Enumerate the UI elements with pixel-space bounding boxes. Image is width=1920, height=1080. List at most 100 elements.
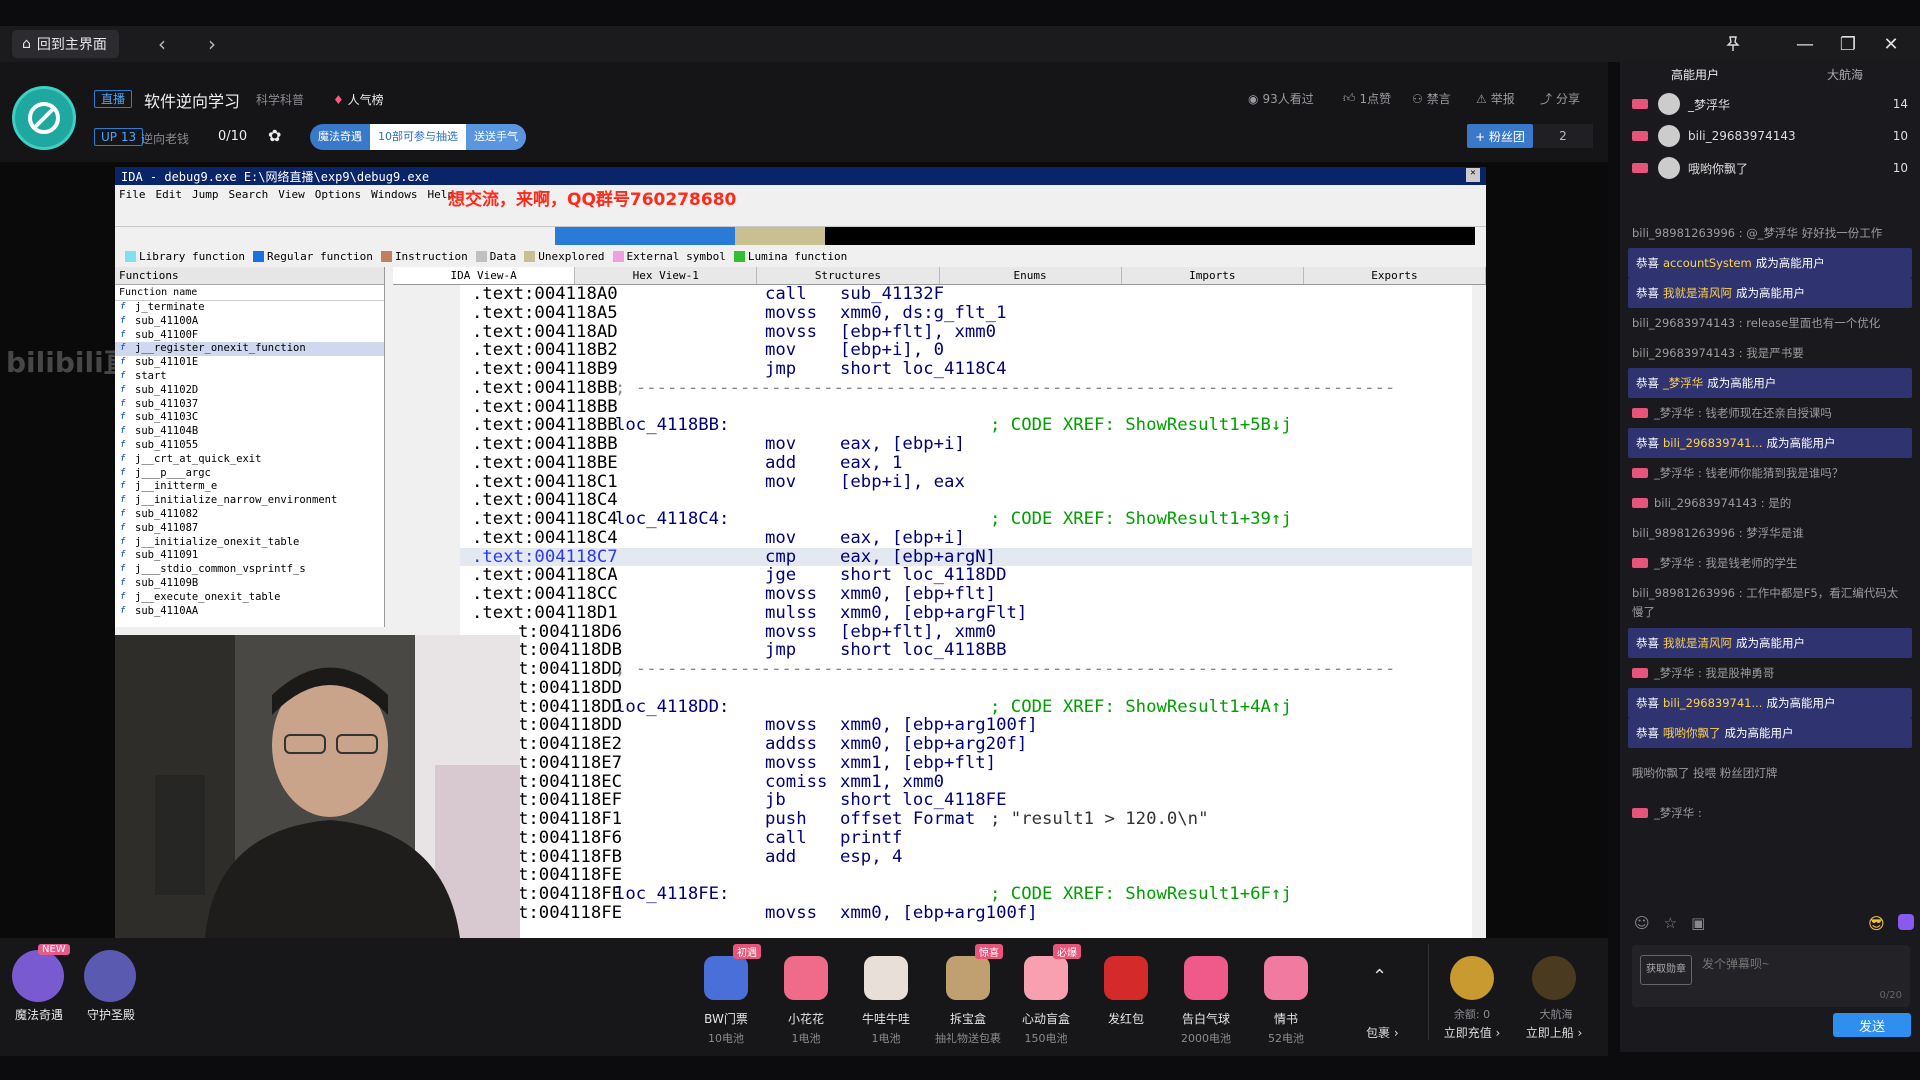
- input-char-count: 0/20: [1879, 990, 1902, 1001]
- code-label: loc_4118FE:: [615, 884, 730, 904]
- gift-name: 拆宝盒: [949, 1012, 986, 1026]
- function-item: j___p___argc: [115, 467, 384, 481]
- code-operands: esp, 4: [840, 846, 903, 867]
- gift-item[interactable]: 拆宝盒 抽礼物送包裹 惊喜: [933, 944, 1003, 1046]
- code-mnemonic: add: [765, 452, 797, 473]
- close-icon[interactable]: ✕: [1876, 29, 1906, 59]
- rank-item[interactable]: 哦哟你飘了 10: [1620, 152, 1920, 184]
- streamer-avatar[interactable]: [12, 86, 76, 150]
- gift-item[interactable]: 牛哇牛哇 1电池: [851, 944, 921, 1046]
- gift-item[interactable]: 小花花 1电池: [771, 944, 841, 1046]
- chat-message: _梦浮华 :: [1620, 798, 1920, 828]
- legend-lumina: Lumina function: [733, 250, 847, 263]
- code-mnemonic: add: [765, 846, 797, 867]
- back-icon[interactable]: ‹: [148, 30, 176, 58]
- code-address: t:004118F6: [518, 827, 623, 848]
- avatar: [1658, 157, 1680, 179]
- gift-icon[interactable]: ✿: [268, 126, 281, 145]
- level-badge: [1632, 163, 1648, 173]
- message-u: 哦哟你飘了: [1663, 725, 1721, 740]
- function-item: sub_411091: [115, 549, 384, 563]
- message-post: 成为高能用户: [1724, 725, 1794, 740]
- battery-icon[interactable]: [1450, 956, 1494, 1000]
- function-item: sub_41104B: [115, 425, 384, 439]
- code-operands: [ebp+i], eax: [840, 471, 965, 492]
- gift-icon: [1184, 956, 1228, 1000]
- gift-item[interactable]: 发红包: [1091, 944, 1161, 1030]
- function-item: sub_411055: [115, 439, 384, 453]
- code-line: .text:004118B9 jmp short loc_4118C4: [460, 360, 1472, 379]
- chat-message: 恭喜 我就是清风阿 成为高能用户: [1628, 628, 1912, 658]
- board-button[interactable]: 立即上船 ›: [1514, 1024, 1594, 1041]
- fans-club-button[interactable]: + 粉丝团: [1467, 124, 1533, 148]
- gift-item[interactable]: BW门票 10电池 初遇: [691, 944, 761, 1046]
- minimize-icon[interactable]: —: [1790, 29, 1820, 59]
- up-name[interactable]: 逆向老钱: [141, 130, 189, 147]
- chat-bubble-icon[interactable]: [1898, 914, 1914, 930]
- chat-message: 哦哟你飘了 投喂 粉丝团灯牌: [1620, 748, 1920, 798]
- medal-icon[interactable]: ☆: [1664, 914, 1677, 932]
- emoji-icon[interactable]: ☺: [1634, 914, 1650, 932]
- function-item: j__initialize_onexit_table: [115, 536, 384, 550]
- tab-fleet[interactable]: 大航海: [1770, 62, 1920, 88]
- chevron-up-icon[interactable]: ⌃: [1372, 966, 1398, 992]
- function-item: sub_41100F: [115, 329, 384, 343]
- fire-icon: ♦: [333, 93, 344, 107]
- gift-item[interactable]: 情书 52电池: [1251, 944, 1321, 1046]
- package-button[interactable]: 包裹 ›: [1366, 1024, 1399, 1041]
- message-text: bili_98981263996 : 工作中都是F5，看汇编代码太慢了: [1632, 586, 1899, 619]
- report-button[interactable]: ⚠ 举报: [1476, 90, 1515, 107]
- function-item: sub_41103C: [115, 411, 384, 425]
- magic-event-pill[interactable]: 魔法奇遇 10部可参与抽选 送送手气: [310, 124, 526, 150]
- gift-item[interactable]: 心动盲盒 150电池 必爆: [1011, 944, 1081, 1046]
- like-button[interactable]: 👍︎ 1点赞: [1343, 90, 1391, 107]
- code-operands: short loc_4118BB: [840, 640, 1007, 661]
- functions-panel: Functions Function name j_terminatesub_4…: [115, 267, 385, 627]
- code-line: .text:004118D1 mulss xmm0, [ebp+argFlt]: [460, 602, 1472, 623]
- message-text: _梦浮华 : 钱老师你能猜到我是谁吗？: [1654, 465, 1844, 480]
- code-mnemonic: mulss: [765, 602, 818, 623]
- gift-icon: [704, 956, 748, 1000]
- pin-icon[interactable]: [1718, 29, 1748, 59]
- rank-item[interactable]: _梦浮华 14: [1620, 88, 1920, 120]
- screenshot-icon[interactable]: ▣: [1691, 914, 1705, 932]
- code-mnemonic: mov: [765, 340, 797, 361]
- message-post: 成为高能用户: [1766, 695, 1836, 710]
- ida-menu-jump: Jump: [192, 187, 219, 201]
- send-button[interactable]: 发送: [1833, 1013, 1911, 1037]
- chat-message: _梦浮华 : 钱老师现在还亲自授课吗: [1620, 398, 1920, 428]
- code-mnemonic: movss: [765, 321, 818, 342]
- rank-item[interactable]: bili_29683974143 10: [1620, 120, 1920, 152]
- fleet-icon[interactable]: [1532, 956, 1576, 1000]
- code-address: t:004118F1: [518, 809, 623, 829]
- new-badge: NEW: [38, 944, 70, 955]
- tab-high-energy[interactable]: 高能用户: [1620, 62, 1770, 88]
- message-text: bili_29683974143 : 是的: [1654, 495, 1792, 510]
- share-button[interactable]: ⤴ 分享: [1540, 90, 1580, 107]
- category-link[interactable]: 科学科普: [256, 91, 304, 108]
- danmaku-input[interactable]: [1702, 949, 1902, 979]
- forward-icon[interactable]: ›: [198, 30, 226, 58]
- code-mnemonic: call: [765, 285, 807, 304]
- code-address: .text:004118A5: [472, 302, 618, 323]
- recharge-button[interactable]: 立即充值 ›: [1432, 1024, 1512, 1041]
- gift-item[interactable]: 告白气球 2000电池: [1171, 944, 1241, 1046]
- message-pre: 恭喜: [1636, 435, 1659, 450]
- gift-name: 心动盲盒: [1021, 1012, 1070, 1026]
- popular-rank[interactable]: ♦ 人气榜: [333, 91, 384, 108]
- gift-price: 10电池: [708, 1032, 744, 1045]
- magic-event-icon[interactable]: [12, 950, 64, 1002]
- code-line: .text:004118B2 mov [ebp+i], 0: [460, 341, 1472, 360]
- ban-button[interactable]: ⚇ 禁言: [1412, 90, 1451, 107]
- code-line: .text:004118C4 loc_4118C4: ; CODE XREF: Sh…: [460, 510, 1472, 529]
- get-medal-button[interactable]: 获取勋章: [1640, 955, 1692, 985]
- code-comment: ; "result1 > 120.0\n": [990, 809, 1209, 829]
- chat-message: 恭喜 哦哟你飘了 成为高能用户: [1628, 718, 1912, 748]
- code-operands: offset Format: [840, 809, 976, 829]
- restore-icon[interactable]: ❐: [1833, 29, 1863, 59]
- code-line: t:004118EC comiss xmm1, xmm0: [460, 772, 1472, 792]
- home-button[interactable]: ⌂ 回到主界面: [12, 30, 119, 58]
- level-badge: [1632, 668, 1648, 678]
- sunglasses-emoji-icon[interactable]: 😎: [1868, 914, 1885, 933]
- guardian-hall-icon[interactable]: [84, 950, 136, 1002]
